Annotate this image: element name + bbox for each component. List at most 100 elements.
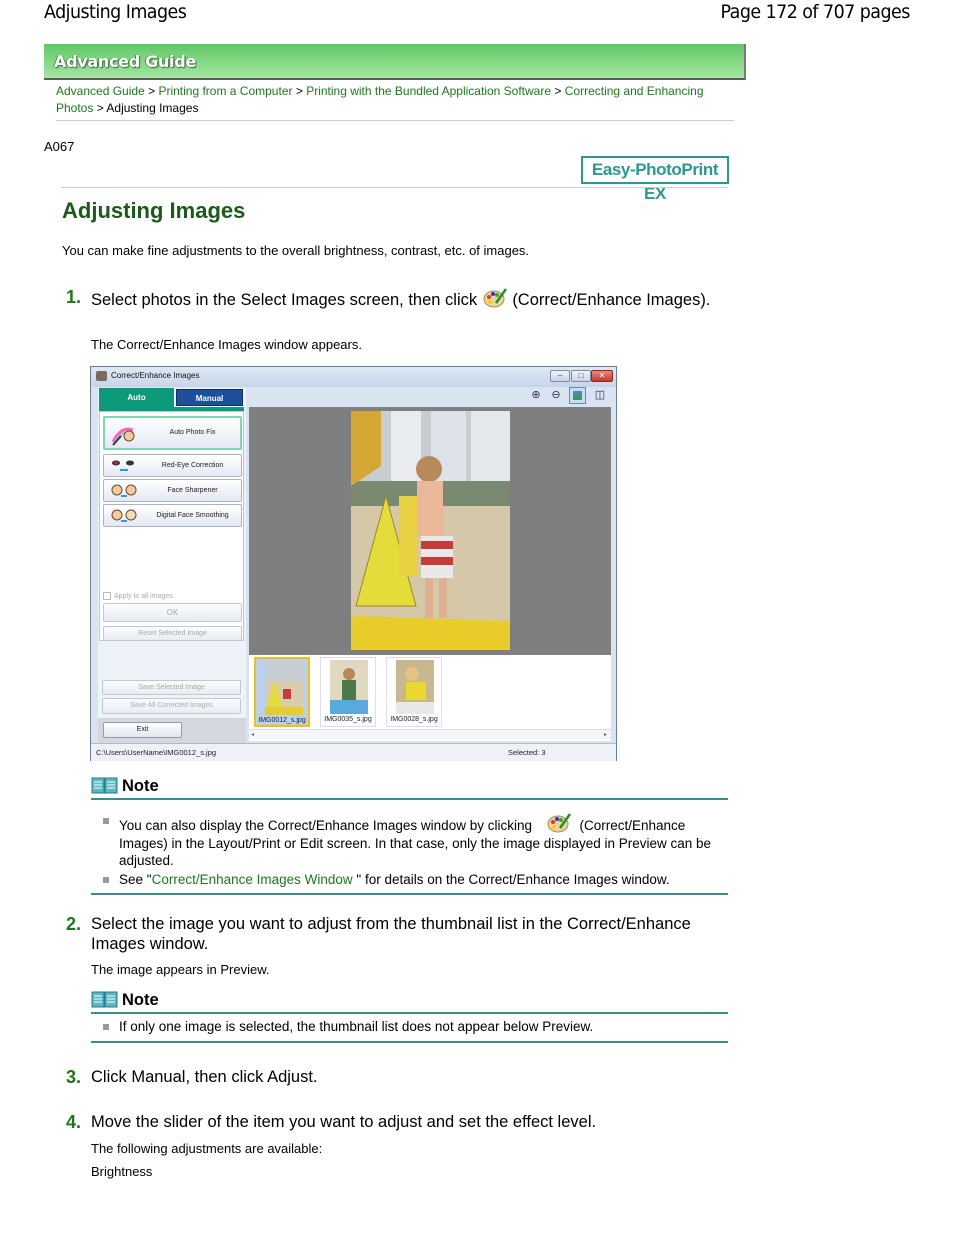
note-book-icon bbox=[91, 777, 118, 794]
note-list: You can also display the Correct/Enhance… bbox=[91, 812, 728, 888]
step-number: 1. bbox=[66, 287, 82, 307]
note-heading: Note bbox=[91, 990, 728, 1010]
digital-face-smoothing-button[interactable]: Digital Face Smoothing bbox=[103, 504, 242, 527]
preview-photo bbox=[351, 411, 510, 650]
scroll-right-icon[interactable]: ▸ bbox=[604, 731, 607, 738]
button-label: Face Sharpener bbox=[167, 487, 218, 494]
zoom-out-icon[interactable]: ⊖ bbox=[549, 388, 563, 402]
scroll-left-icon[interactable]: ◂ bbox=[251, 731, 254, 738]
correct-enhance-window-link[interactable]: Correct/Enhance Images Window bbox=[152, 872, 353, 887]
step-2-result: The image appears in Preview. bbox=[91, 962, 270, 977]
step-text: Move the slider of the item you want to … bbox=[91, 1113, 597, 1131]
close-button[interactable]: ✕ bbox=[591, 370, 613, 382]
advanced-guide-banner: Advanced Guide bbox=[44, 44, 746, 80]
step-text: Click Manual, then click Adjust. bbox=[91, 1068, 318, 1086]
divider bbox=[62, 187, 728, 188]
banner-label: Advanced Guide bbox=[54, 52, 196, 71]
document-title: Adjusting Images bbox=[44, 1, 187, 23]
ok-button[interactable]: OK bbox=[103, 603, 242, 622]
thumbnail-caption: IMG0028_s.jpg bbox=[390, 716, 438, 723]
exit-button[interactable]: Exit bbox=[103, 722, 182, 738]
note-bottom-rule bbox=[91, 1040, 728, 1043]
note-text: " for details on the Correct/Enhance Ima… bbox=[352, 871, 670, 887]
breadcrumb-separator: > bbox=[295, 84, 303, 98]
divider bbox=[56, 120, 734, 121]
red-eye-icon bbox=[112, 460, 134, 471]
adjustment-item-brightness: Brightness bbox=[91, 1164, 153, 1179]
whole-image-view-icon[interactable] bbox=[569, 387, 586, 404]
preview-area bbox=[249, 407, 611, 655]
thumbnail-image bbox=[265, 661, 303, 715]
checkbox[interactable] bbox=[103, 592, 111, 600]
red-eye-correction-button[interactable]: Red-Eye Correction bbox=[103, 454, 242, 477]
face-smoothing-icon bbox=[111, 509, 137, 522]
list-item: See "Correct/Enhance Images Window " for… bbox=[91, 871, 728, 889]
breadcrumb-link-printing-from-computer[interactable]: Printing from a Computer bbox=[158, 84, 292, 98]
thumbnail-item[interactable]: IMG0012_s.jpg bbox=[254, 657, 310, 727]
note-label: Note bbox=[122, 990, 159, 1009]
note-text: You can also display the Correct/Enhance… bbox=[119, 818, 532, 833]
function-pane: Auto Manual Auto Photo Fix Red-Eye Corre… bbox=[98, 388, 246, 743]
app-icon bbox=[96, 371, 107, 381]
thumbnail-item[interactable]: IMG0028_s.jpg bbox=[386, 657, 442, 727]
horizontal-scrollbar[interactable]: ◂ ▸ bbox=[249, 729, 611, 739]
step-text: Select the image you want to adjust from… bbox=[91, 915, 691, 953]
note-bottom-rule bbox=[91, 893, 728, 895]
breadcrumb-separator: > bbox=[148, 84, 156, 98]
step-number: 2. bbox=[66, 914, 82, 934]
note-text: See " bbox=[119, 871, 152, 887]
window-titlebar: Correct/Enhance Images – □ ✕ bbox=[91, 367, 616, 387]
reset-selected-image-button[interactable]: Reset Selected Image bbox=[103, 626, 242, 641]
step-4: 4. Move the slider of the item you want … bbox=[66, 1112, 731, 1132]
button-label: Red-Eye Correction bbox=[161, 462, 224, 469]
status-selected-count: Selected: 3 bbox=[508, 748, 546, 757]
note-box: Note You can also display the Correct/En… bbox=[91, 776, 728, 895]
minimize-button[interactable]: – bbox=[550, 370, 570, 382]
compare-view-icon[interactable]: ◫ bbox=[593, 388, 607, 402]
thumbnail-image bbox=[330, 660, 368, 714]
intro-text: You can make fine adjustments to the ove… bbox=[62, 243, 530, 258]
breadcrumb: Advanced Guide > Printing from a Compute… bbox=[56, 83, 736, 117]
step-number: 4. bbox=[66, 1112, 82, 1132]
auto-panel: Auto Photo Fix Red-Eye Correction Face S… bbox=[99, 411, 244, 641]
status-path: C:\Users\UserName\IMG0012_s.jpg bbox=[96, 748, 217, 757]
correct-enhance-palette-icon bbox=[483, 288, 507, 308]
step-3: 3. Click Manual, then click Adjust. bbox=[66, 1067, 731, 1087]
breadcrumb-separator: > bbox=[554, 84, 562, 98]
note-heading: Note bbox=[91, 776, 728, 796]
note-label: Note bbox=[122, 776, 159, 795]
page-title: Adjusting Images bbox=[62, 198, 246, 223]
window-title: Correct/Enhance Images bbox=[111, 371, 200, 380]
face-sharpener-button[interactable]: Face Sharpener bbox=[103, 479, 242, 502]
tab-manual[interactable]: Manual bbox=[176, 389, 243, 406]
maximize-button[interactable]: □ bbox=[571, 370, 591, 382]
apply-all-checkbox[interactable]: Apply to all images bbox=[103, 592, 173, 600]
step-4-detail: The following adjustments are available: bbox=[91, 1141, 323, 1156]
thumbnail-caption: IMG0035_s.jpg bbox=[324, 716, 372, 723]
auto-photo-fix-button[interactable]: Auto Photo Fix bbox=[103, 416, 242, 450]
button-label: Auto Photo Fix bbox=[169, 429, 216, 436]
breadcrumb-link-advanced-guide[interactable]: Advanced Guide bbox=[56, 84, 145, 98]
zoom-in-icon[interactable]: ⊕ bbox=[529, 388, 543, 402]
page-indicator: Page 172 of 707 pages bbox=[720, 1, 911, 23]
auto-photo-fix-icon bbox=[111, 427, 135, 446]
product-badge: Easy-PhotoPrint EX bbox=[581, 156, 729, 203]
note-list: If only one image is selected, the thumb… bbox=[91, 1018, 728, 1036]
breadcrumb-separator: > bbox=[96, 101, 104, 115]
tab-auto[interactable]: Auto bbox=[99, 388, 174, 408]
button-label: Digital Face Smoothing bbox=[156, 512, 229, 519]
correct-enhance-palette-icon bbox=[547, 813, 571, 833]
note-box: Note If only one image is selected, the … bbox=[91, 990, 728, 1043]
thumbnail-caption: IMG0012_s.jpg bbox=[258, 717, 306, 724]
step-text: (Correct/Enhance Images). bbox=[512, 291, 711, 309]
step-1: 1. Select photos in the Select Images sc… bbox=[66, 287, 711, 310]
note-book-icon bbox=[91, 991, 118, 1008]
save-selected-image-button[interactable]: Save Selected Image bbox=[102, 680, 241, 695]
step-1-result: The Correct/Enhance Images window appear… bbox=[91, 337, 362, 352]
breadcrumb-current: Adjusting Images bbox=[106, 101, 199, 115]
correct-enhance-window: Correct/Enhance Images – □ ✕ ⊕ ⊖ ◫ Auto … bbox=[90, 366, 617, 761]
list-item: If only one image is selected, the thumb… bbox=[91, 1018, 728, 1036]
thumbnail-item[interactable]: IMG0035_s.jpg bbox=[320, 657, 376, 727]
breadcrumb-link-bundled-software[interactable]: Printing with the Bundled Application So… bbox=[306, 84, 551, 98]
save-all-corrected-images-button[interactable]: Save All Corrected Images bbox=[102, 698, 241, 714]
